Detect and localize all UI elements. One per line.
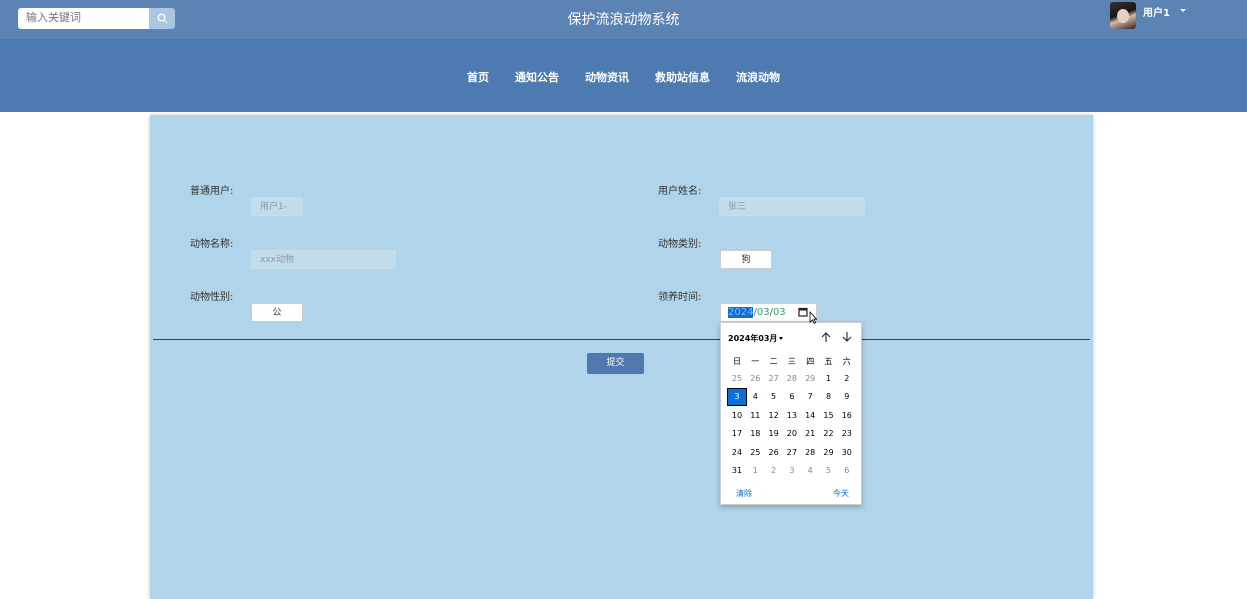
top-bar: 保护流浪动物系统 用户1: [0, 0, 1247, 39]
calendar-day[interactable]: 28: [783, 371, 801, 387]
calendar-icon[interactable]: [798, 307, 808, 317]
animal-name-field: xxx动物: [251, 250, 396, 269]
calendar-day[interactable]: 14: [801, 408, 819, 424]
calendar-day[interactable]: 6: [838, 463, 856, 479]
calendar-day[interactable]: 29: [801, 371, 819, 387]
today-button[interactable]: 今天: [833, 488, 849, 499]
calendar-day[interactable]: 19: [765, 426, 783, 442]
date-month: 03: [756, 307, 770, 318]
calendar-day[interactable]: 26: [765, 445, 783, 461]
calendar-day[interactable]: 3: [783, 463, 801, 479]
arrow-up-icon[interactable]: [820, 331, 832, 343]
calendar-day[interactable]: 25: [746, 445, 764, 461]
calendar-day[interactable]: 5: [765, 389, 783, 405]
calendar-day[interactable]: 25: [728, 371, 746, 387]
weekday-header: 六: [842, 357, 851, 366]
nav-item-rescue-stations[interactable]: 救助站信息: [655, 69, 710, 85]
caret-down-icon: [779, 337, 784, 340]
chevron-down-icon[interactable]: [1180, 9, 1186, 12]
nav-item-notices[interactable]: 通知公告: [515, 69, 559, 85]
calendar-day[interactable]: 27: [783, 445, 801, 461]
calendar-day[interactable]: 5: [820, 463, 838, 479]
calendar-day[interactable]: 7: [801, 389, 819, 405]
calendar-day[interactable]: 4: [801, 463, 819, 479]
calendar-day[interactable]: 21: [801, 426, 819, 442]
weekday-header: 一: [751, 357, 760, 366]
user-name-label: 用户姓名:: [658, 186, 702, 197]
calendar-day[interactable]: 28: [801, 445, 819, 461]
weekday-header: 二: [769, 357, 778, 366]
nav-item-animal-news[interactable]: 动物资讯: [585, 69, 629, 85]
calendar-day[interactable]: 17: [728, 426, 746, 442]
month-selector[interactable]: 2024年03月: [728, 333, 784, 344]
calendar-day[interactable]: 8: [820, 389, 838, 405]
calendar-day[interactable]: 6: [783, 389, 801, 405]
calendar-day[interactable]: 30: [838, 445, 856, 461]
calendar-day[interactable]: 2: [765, 463, 783, 479]
calendar-day[interactable]: 13: [783, 408, 801, 424]
form-divider: [153, 339, 1090, 340]
calendar-day[interactable]: 22: [820, 426, 838, 442]
calendar-day[interactable]: 27: [765, 371, 783, 387]
submit-button[interactable]: 提交: [587, 353, 644, 374]
animal-sex-select[interactable]: 公: [251, 303, 303, 322]
animal-type-select[interactable]: 狗: [720, 250, 772, 269]
user-name-field: 张三: [719, 197, 865, 216]
weekday-header: 三: [787, 357, 796, 366]
nav-item-stray-animals[interactable]: 流浪动物: [736, 69, 780, 85]
main-nav: 首页 通知公告 动物资讯 救助站信息 流浪动物: [0, 39, 1247, 112]
date-year: 2024: [728, 307, 754, 318]
calendar-day[interactable]: 2: [838, 371, 856, 387]
calendar-day[interactable]: 24: [728, 445, 746, 461]
calendar-day[interactable]: 20: [783, 426, 801, 442]
mouse-cursor-icon: [809, 311, 817, 324]
clear-button[interactable]: 清除: [736, 488, 752, 499]
weekday-header: 日: [733, 357, 741, 366]
weekday-header: 五: [824, 357, 833, 366]
calendar-day[interactable]: 16: [838, 408, 856, 424]
calendar-day[interactable]: 11: [746, 408, 764, 424]
calendar-day[interactable]: 1: [820, 371, 838, 387]
calendar-day[interactable]: 29: [820, 445, 838, 461]
arrow-down-icon[interactable]: [841, 331, 853, 343]
date-day: 03: [772, 307, 786, 318]
weekday-header: 四: [806, 357, 815, 366]
calendar-day[interactable]: 4: [746, 389, 764, 405]
animal-type-label: 动物类别:: [658, 239, 702, 250]
calendar-day[interactable]: 10: [728, 408, 746, 424]
calendar-day[interactable]: 18: [746, 426, 764, 442]
calendar-day[interactable]: 12: [765, 408, 783, 424]
animal-sex-label: 动物性别:: [190, 292, 234, 303]
calendar-day[interactable]: 3: [727, 388, 747, 407]
nav-item-home[interactable]: 首页: [467, 69, 489, 85]
calendar-day[interactable]: 1: [746, 463, 764, 479]
calendar-day[interactable]: 31: [728, 463, 746, 479]
avatar[interactable]: [1110, 2, 1136, 29]
animal-name-label: 动物名称:: [190, 239, 234, 250]
site-title: 保护流浪动物系统: [567, 12, 680, 28]
user-label: 普通用户:: [190, 186, 234, 197]
calendar-day[interactable]: 15: [820, 408, 838, 424]
adopt-time-label: 领养时间:: [658, 292, 702, 303]
date-picker-popup: 2024年03月 日一二三四五六 25 26 27 28 29 1 2 3 4 5 6 7 8 9 10 11 1…: [720, 322, 862, 505]
user-field: 用户1-: [251, 197, 303, 216]
user-menu-label[interactable]: 用户1: [1143, 4, 1170, 19]
calendar-day[interactable]: 23: [838, 426, 856, 442]
calendar-day[interactable]: 9: [838, 389, 856, 405]
calendar-day[interactable]: 26: [746, 371, 764, 387]
